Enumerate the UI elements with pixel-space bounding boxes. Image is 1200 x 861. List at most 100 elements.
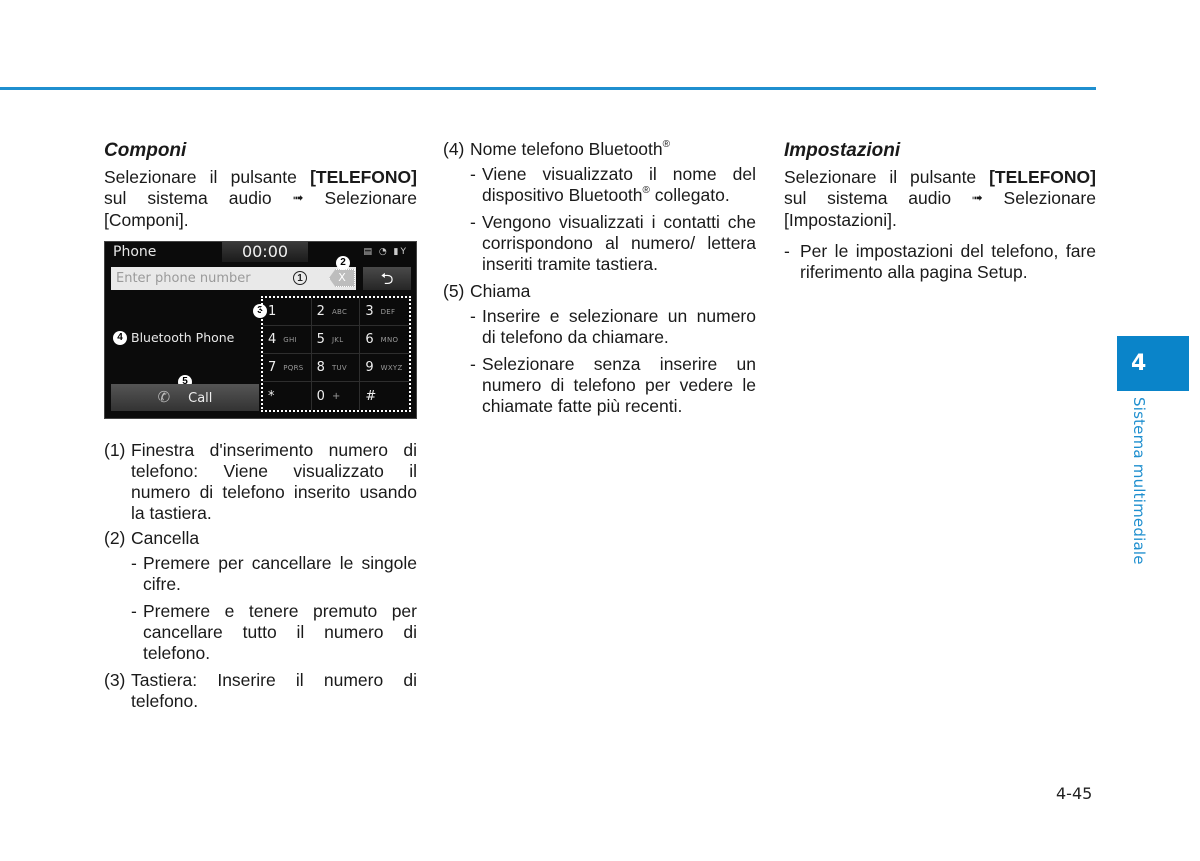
dash: - <box>470 306 476 326</box>
sub-item-text: Premere e tenere premuto per cancellare … <box>143 601 417 663</box>
key-letters: PQRS <box>283 363 304 372</box>
key-0[interactable]: 0 + <box>312 382 361 410</box>
key-letters: + <box>331 390 341 402</box>
sub-item-text: Vengono visualizzati i contatti che corr… <box>482 212 756 274</box>
item-number: (1) <box>104 440 126 460</box>
dash: - <box>131 553 137 573</box>
key-letters: DEF <box>380 307 396 316</box>
header-rule <box>0 87 1096 90</box>
back-button[interactable]: ⮌ <box>363 267 411 290</box>
key-digit: * <box>268 388 275 404</box>
sub-item: - Viene visualizzato il nome del disposi… <box>470 164 756 206</box>
key-digit: 4 <box>268 332 277 347</box>
key-digit: 7 <box>268 360 277 375</box>
sub-item-text: Selezionare senza inserire un numero di … <box>482 354 756 416</box>
key-1[interactable]: 1 <box>263 298 312 326</box>
item-text: Chiama <box>470 281 531 301</box>
sub-item-text: Per le impostazioni del telefono, fare r… <box>800 241 1096 282</box>
key-digit: 2 <box>316 304 325 319</box>
phone-number-input[interactable]: Enter phone number <box>111 267 356 290</box>
key-8[interactable]: 8 TUV <box>311 354 361 382</box>
intro-text: Selezionare il pulsante <box>104 167 311 187</box>
registered-mark: ® <box>642 185 650 197</box>
key-5[interactable]: 5 JKL <box>311 326 361 354</box>
key-7[interactable]: 7 PQRS <box>263 354 312 382</box>
dash: - <box>784 241 790 261</box>
phone-dial-screen: Phone 00:00 ▤ ◔ ▮Y Enter phone number 1 … <box>104 241 417 419</box>
key-digit: 1 <box>268 304 277 319</box>
chapter-title: Sistema multimediale <box>1130 397 1148 565</box>
key-letters: MNO <box>380 335 399 344</box>
key-letters: ABC <box>331 307 348 316</box>
callout-4: 4 <box>113 331 127 345</box>
key-digit: 6 <box>365 332 374 347</box>
dash: - <box>470 212 476 232</box>
key-letters: WXYZ <box>380 363 403 372</box>
sub-item: - Vengono visualizzati i contatti che co… <box>470 212 756 275</box>
item-text: Nome telefono Bluetooth® <box>470 139 756 160</box>
screen-title: Phone <box>113 244 157 260</box>
sub-item: - Per le impostazioni del telefono, fare… <box>784 241 1096 283</box>
section-heading-componi: Componi <box>104 140 187 161</box>
key-letters: JKL <box>331 335 344 344</box>
sub-item-text: Inserire e selezionare un numero di tele… <box>482 306 756 347</box>
call-label: Call <box>188 391 213 406</box>
phone-icon: ✆ <box>157 388 171 406</box>
item-text: Finestra d'inserimento numero di telefon… <box>131 440 417 523</box>
column-middle: (4) Nome telefono Bluetooth® - Viene vis… <box>443 139 756 423</box>
key-2[interactable]: 2 ABC <box>311 298 361 326</box>
key-6[interactable]: 6 MNO <box>360 326 409 354</box>
key-letters: TUV <box>331 363 348 372</box>
key-digit: 3 <box>365 304 374 319</box>
key-4[interactable]: 4 GHI <box>263 326 312 354</box>
key-digit: 8 <box>316 360 325 375</box>
column-right: Impostazioni Selezionare il pulsante [TE… <box>784 136 1096 289</box>
list-item-4: (4) Nome telefono Bluetooth® <box>443 139 756 160</box>
sub-item-text: Viene visualizzato il nome del dispositi… <box>482 164 756 206</box>
callout-1: 1 <box>293 271 307 285</box>
key-star[interactable]: * <box>263 382 312 410</box>
bluetooth-device-name: Bluetooth Phone <box>131 330 235 345</box>
call-button[interactable]: ✆ Call <box>111 384 259 411</box>
item-number: (3) <box>104 670 126 690</box>
list-item-1: (1) Finestra d'inserimento numero di tel… <box>104 440 417 524</box>
section-heading-impostazioni: Impostazioni <box>784 140 901 161</box>
clock-display: 00:00 <box>222 242 308 262</box>
arrow-icon: ➟ <box>292 190 304 205</box>
key-hash[interactable]: # <box>360 382 409 410</box>
sub-item: - Selezionare senza inserire un numero d… <box>470 354 756 417</box>
sub-item: - Premere per cancellare le singole cifr… <box>131 553 417 595</box>
key-letters: GHI <box>283 335 297 344</box>
item-number: (4) <box>443 139 465 159</box>
list-item-2: (2) Cancella <box>104 528 417 549</box>
key-digit: 9 <box>365 360 374 375</box>
callout-2: 2 <box>336 256 350 270</box>
chapter-tab: 4 <box>1117 336 1189 391</box>
registered-mark: ® <box>662 139 671 151</box>
key-digit: 0 <box>316 388 325 404</box>
dash: - <box>470 354 476 374</box>
item-number: (2) <box>104 528 126 548</box>
page-number: 4-45 <box>1056 784 1093 803</box>
list-item-5: (5) Chiama <box>443 281 756 302</box>
componi-intro: Selezionare il pulsante [TELEFONO] sul s… <box>104 167 417 231</box>
key-9[interactable]: 9 WXYZ <box>360 354 409 382</box>
key-3[interactable]: 3 DEF <box>360 298 409 326</box>
sub-item: - Premere e tenere premuto per cancellar… <box>131 601 417 664</box>
sub-item-text: Premere per cancellare le singole cifre. <box>143 553 417 594</box>
button-reference: [TELEFONO] <box>989 167 1096 187</box>
sub-item: - Inserire e selezionare un numero di te… <box>470 306 756 348</box>
key-digit: 5 <box>316 332 325 347</box>
impostazioni-intro: Selezionare il pulsante [TELEFONO] sul s… <box>784 167 1096 231</box>
key-digit: # <box>365 388 377 404</box>
dash: - <box>131 601 137 621</box>
intro-text: sul sistema audio <box>784 188 972 208</box>
item-text: Tastiera: Inserire il numero di telefono… <box>131 670 417 711</box>
button-reference: [TELEFONO] <box>310 167 417 187</box>
status-icons: ▤ ◔ ▮Y <box>363 247 408 257</box>
back-icon: ⮌ <box>380 269 394 288</box>
dash: - <box>470 164 476 184</box>
column-left: Componi Selezionare il pulsante [TELEFON… <box>104 136 417 716</box>
list-item-3: (3) Tastiera: Inserire il numero di tele… <box>104 670 417 712</box>
item-text-main: Nome telefono Bluetooth <box>470 139 663 159</box>
